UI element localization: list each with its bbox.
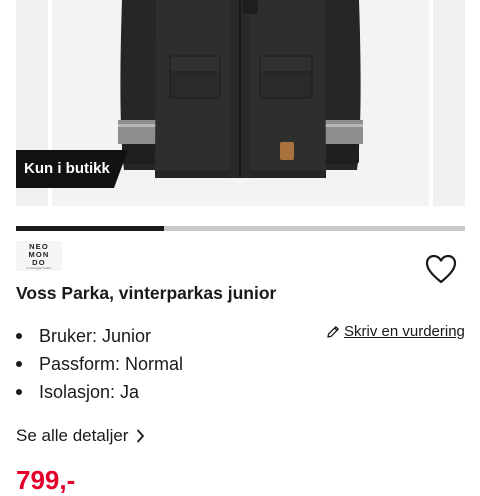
bullet-icon (16, 389, 22, 395)
spec-item: Isolasjon: Ja (16, 378, 183, 406)
brand-logo-line-3: DO (32, 258, 46, 267)
spec-item: Passform: Normal (16, 350, 183, 378)
spec-item: Bruker: Junior (16, 322, 183, 350)
chevron-right-icon (137, 429, 145, 443)
write-review-link[interactable]: Skriv en vurdering (326, 323, 465, 340)
store-only-badge: Kun i butikk (16, 150, 128, 188)
product-image-gallery[interactable]: Kun i butikk (0, 0, 480, 206)
next-image-peek[interactable] (433, 0, 465, 206)
spec-text: Bruker: Junior (39, 325, 152, 346)
spec-text: Passform: Normal (39, 353, 184, 374)
brand-logo[interactable]: NEO MON DO by Norwegian Fashion (16, 241, 62, 271)
see-all-details-label: Se alle detaljer (16, 426, 129, 445)
badge-label: Kun i butikk (24, 160, 110, 177)
gallery-progress-bar (16, 226, 465, 231)
brand-logo-tagline: by Norwegian Fashion (26, 267, 52, 270)
write-review-label: Skriv en vurdering (344, 323, 465, 340)
product-spec-list: Bruker: Junior Passform: Normal Isolasjo… (16, 322, 183, 406)
bullet-icon (16, 333, 22, 339)
heart-outline-icon (425, 254, 457, 284)
wishlist-button[interactable] (424, 253, 458, 285)
bullet-icon (16, 361, 22, 367)
pencil-icon (327, 325, 339, 338)
gallery-progress-fill (16, 226, 165, 231)
spec-text: Isolasjon: Ja (39, 381, 140, 402)
product-title: Voss Parka, vinterparkas junior (16, 283, 277, 303)
see-all-details-link[interactable]: Se alle detaljer (16, 426, 145, 446)
product-price: 799,- (16, 465, 76, 495)
